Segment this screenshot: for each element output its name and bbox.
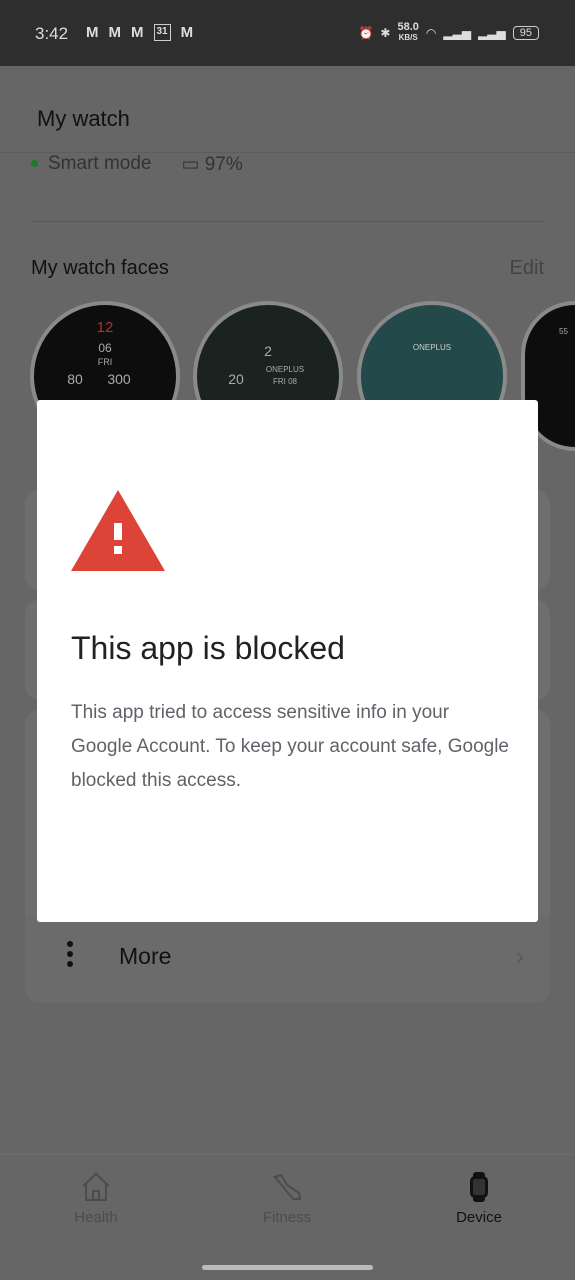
bottom-nav: Health Fitness Device — [0, 1154, 575, 1280]
notification-icons: M M M 31 M — [86, 24, 193, 41]
tab-health[interactable]: Health — [36, 1171, 156, 1226]
tab-device[interactable]: Device — [419, 1171, 539, 1226]
clock: 3:42 — [35, 24, 69, 43]
warning-icon — [71, 490, 165, 571]
network-speed: 58.0 KB/S — [397, 21, 419, 43]
page-title: My watch — [37, 106, 130, 131]
status-dot — [31, 160, 38, 168]
watch-faces-title: My watch faces — [31, 257, 169, 279]
calendar-icon: 31 — [153, 24, 171, 41]
more-item[interactable]: More › — [25, 915, 550, 1003]
watch-icon — [470, 1172, 488, 1202]
home-icon — [82, 1172, 110, 1201]
battery-icon: ▭ — [181, 154, 205, 175]
edit-button[interactable]: Edit — [510, 257, 544, 280]
signal-icon: ▂▃▅ — [478, 25, 506, 40]
wifi-icon: ◠ — [425, 25, 437, 40]
gmail-icon: M — [180, 24, 194, 41]
shoe-icon — [273, 1173, 302, 1200]
device-status: Smart mode ▭ 97% — [31, 153, 243, 176]
dialog-body: This app tried to access sensitive info … — [71, 702, 509, 791]
blocked-dialog: This app is blocked This app tried to ac… — [37, 400, 538, 922]
status-bar: 3:42 M M M 31 M ⏰ ✱ 58.0 KB/S ◠ ▂▃▅ ▂▃▅ 9… — [0, 0, 575, 66]
divider — [31, 221, 544, 222]
battery-icon: 95 — [512, 25, 539, 40]
home-gesture-bar[interactable] — [202, 1265, 373, 1270]
signal-icon: ▂▃▅ — [443, 25, 472, 40]
gmail-icon: M — [131, 24, 144, 41]
dialog-title: This app is blocked — [71, 630, 345, 666]
bluetooth-icon: ✱ — [380, 25, 391, 40]
alarm-icon: ⏰ — [358, 25, 374, 40]
gmail-icon: M — [108, 24, 122, 41]
chevron-right-icon: › — [515, 941, 524, 971]
tab-fitness[interactable]: Fitness — [227, 1171, 347, 1226]
more-vert-icon — [67, 941, 75, 967]
gmail-icon: M — [86, 24, 99, 41]
